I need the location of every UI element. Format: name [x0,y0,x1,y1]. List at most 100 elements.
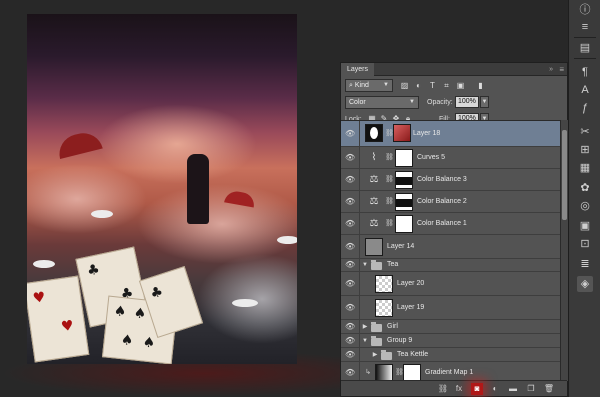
layer-thumbnail[interactable] [393,124,411,142]
filter-kind-label: Kind [354,82,369,89]
styles-icon[interactable]: ▣ [577,218,593,234]
layer-row-layer-20[interactable]: 👁︎ Layer 20 [341,272,560,296]
brush-panel-icon[interactable]: ▤ [577,40,593,56]
eye-icon[interactable]: 👁︎ [345,219,355,229]
blend-row: Color ▼ Opacity: 100% ▼ [341,95,567,110]
divider [359,235,360,258]
layer-name: Tea [387,261,399,268]
fx-panel-icon[interactable]: ƒ [577,100,593,116]
eye-icon[interactable]: 👁︎ [345,260,355,270]
chevron-down-icon: ▼ [383,82,389,88]
link-layers-icon[interactable]: ⛓︎ [437,383,449,395]
layer-thumbnail[interactable] [375,299,393,317]
layer-row-group-9[interactable]: 👁︎ ▼ Group 9 [341,334,560,348]
expand-triangle-icon[interactable]: ▼ [361,336,369,346]
eye-icon[interactable]: 👁︎ [345,322,355,332]
add-mask-icon[interactable]: ◙ [471,383,483,395]
layers-list: 👁︎ ⛓︎ Layer 18 👁︎ ⌇ ⛓︎ Curves 5 👁︎ ⚖ ⛓︎ … [341,120,560,381]
layer-row-tea-group[interactable]: 👁︎ ▼ Tea [341,259,560,272]
layer-mask-thumbnail[interactable] [403,364,421,381]
adjustments-icon[interactable]: ≡ [577,19,593,35]
blend-mode-dropdown[interactable]: Color ▼ [345,96,419,109]
eye-icon[interactable]: 👁︎ [345,368,355,378]
tea-saucer [91,210,113,218]
panel-menu-icon[interactable]: ≡ [559,63,564,76]
eye-icon[interactable]: 👁︎ [345,197,355,207]
eye-icon[interactable]: 👁︎ [345,336,355,346]
layers-scrollbar[interactable] [560,120,568,381]
layer-row-layer-14[interactable]: 👁︎ Layer 14 [341,235,560,259]
link-icon[interactable]: ⛓︎ [385,175,394,185]
new-group-icon[interactable]: ▬ [507,383,519,395]
opacity-field[interactable]: 100% [455,96,479,108]
color-wheel-icon[interactable]: ✿ [577,180,593,196]
scrollbar-thumb[interactable] [562,130,567,220]
layer-row-color-balance-2[interactable]: 👁︎ ⚖ ⛓︎ Color Balance 2 [341,191,560,213]
eye-icon[interactable]: 👁︎ [345,153,355,163]
paragraph-icon[interactable]: ¶ [577,64,593,80]
layer-row-gradient-map-1[interactable]: 👁︎ ↳ ⛓︎ Gradient Map 1 [341,362,560,381]
pixel-filter-icon[interactable]: ▨ [399,80,410,91]
layer-mask-thumbnail[interactable] [395,171,413,189]
fx-icon[interactable]: fx [453,383,465,395]
link-icon[interactable]: ⛓︎ [385,219,394,229]
type-filter-icon[interactable]: T [427,80,438,91]
divider [359,259,360,271]
tools-icon[interactable]: ✂ [577,124,593,140]
document-artwork[interactable]: ♥♥ ♣♣ ♠♠♠♠♠ ♣ [27,14,297,364]
link-icon[interactable]: ⛓︎ [385,197,394,207]
eye-icon[interactable]: 👁︎ [345,175,355,185]
layer-thumbnail[interactable] [365,238,383,256]
color-balance-icon: ⚖ [369,174,379,185]
new-layer-icon[interactable]: ❐ [525,383,537,395]
link-icon[interactable]: ⛓︎ [385,153,394,163]
collapse-icon[interactable]: » [549,63,553,76]
layer-row-color-balance-3[interactable]: 👁︎ ⚖ ⛓︎ Color Balance 3 [341,169,560,191]
cloud [137,184,297,264]
shape-filter-icon[interactable]: ⌗ [441,80,452,91]
panel-tabbar: Layers » ≡ [341,63,567,76]
eye-icon[interactable]: 👁︎ [345,129,355,139]
layer-thumbnail[interactable] [375,275,393,293]
eye-icon[interactable]: 👁︎ [345,242,355,252]
eye-icon[interactable]: 👁︎ [345,350,355,360]
channels-icon[interactable]: ≣ [577,256,593,272]
layer-row-layer-18[interactable]: 👁︎ ⛓︎ Layer 18 [341,121,560,147]
filter-kind-dropdown[interactable]: ⌕ Kind ▼ [345,79,393,92]
character-icon[interactable]: A [577,82,593,98]
link-icon[interactable]: ⛓︎ [395,368,404,378]
layer-row-girl-group[interactable]: 👁︎ ▶ Girl [341,320,560,334]
expand-triangle-icon[interactable]: ▶ [361,322,369,332]
layer-row-tea-kettle-group[interactable]: 👁︎ ▶ Tea Kettle [341,348,560,362]
paths-icon[interactable]: ⊡ [577,236,593,252]
eye-icon[interactable]: 👁︎ [345,279,355,289]
swatches-icon[interactable]: ▦ [577,160,593,176]
layer-row-layer-19[interactable]: 👁︎ Layer 19 [341,296,560,320]
layer-mask-thumbnail[interactable] [395,149,413,167]
layer-row-color-balance-1[interactable]: 👁︎ ⚖ ⛓︎ Color Balance 1 [341,213,560,235]
layer-mask-thumbnail[interactable] [395,215,413,233]
chevron-down-icon: ▼ [409,99,415,105]
layer-name: Layer 20 [397,280,425,287]
adjustment-filter-icon[interactable]: ◐ [413,80,424,91]
masks-icon[interactable]: ◎ [577,198,593,214]
link-icon[interactable]: ⛓︎ [385,129,394,139]
opacity-dropdown-icon[interactable]: ▼ [480,96,489,108]
expand-triangle-icon[interactable]: ▼ [361,260,369,270]
tab-layers[interactable]: Layers [341,63,375,76]
smart-object-filter-icon[interactable]: ▣ [455,80,466,91]
expand-triangle-icon[interactable]: ▶ [371,350,379,360]
layer-name: Layer 19 [397,304,425,311]
trash-icon[interactable]: 🗑︎ [543,383,555,395]
info-icon[interactable]: ⓘ [577,2,593,18]
layers-panel-icon[interactable]: ◈ [577,276,593,292]
adjustment-icon[interactable]: ◐ [489,383,501,395]
umbrella [55,128,103,160]
divider [574,37,596,38]
layer-row-curves-5[interactable]: 👁︎ ⌇ ⛓︎ Curves 5 [341,147,560,169]
layer-mask-thumbnail[interactable] [395,193,413,211]
layer-mask-thumbnail[interactable] [365,124,383,142]
grid-icon[interactable]: ⊞ [577,142,593,158]
eye-icon[interactable]: 👁︎ [345,303,355,313]
filter-toggle-icon[interactable]: ▮ [475,80,486,91]
